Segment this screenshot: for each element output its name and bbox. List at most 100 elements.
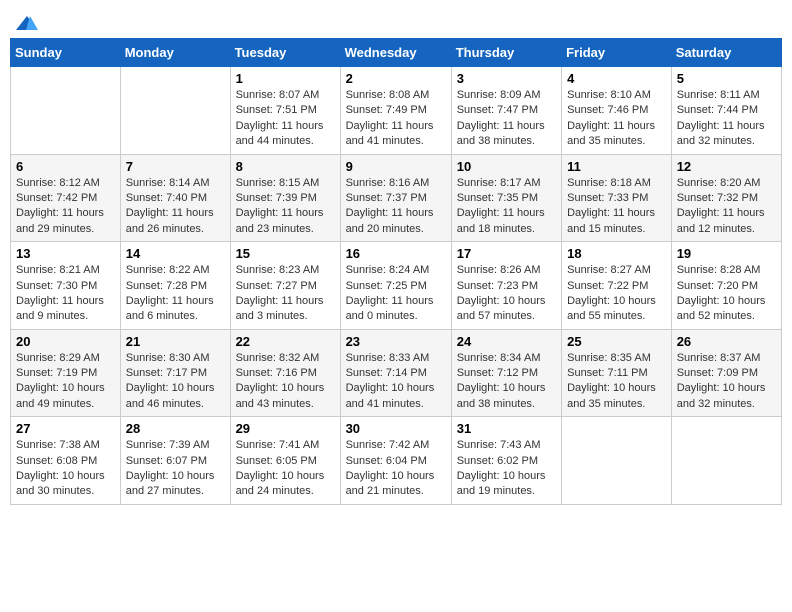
day-info: Sunrise: 8:34 AM Sunset: 7:12 PM Dayligh… [457, 351, 556, 413]
day-info: Sunrise: 8:23 AM Sunset: 7:27 PM Dayligh… [236, 263, 335, 325]
day-info: Sunrise: 8:26 AM Sunset: 7:23 PM Dayligh… [457, 263, 556, 325]
day-number: 18 [567, 246, 666, 261]
calendar-cell: 16 Sunrise: 8:24 AM Sunset: 7:25 PM Dayl… [340, 242, 451, 330]
sunrise-text: Sunrise: 8:15 AM [236, 177, 320, 189]
sunset-text: Sunset: 7:25 PM [346, 280, 427, 292]
calendar-cell: 23 Sunrise: 8:33 AM Sunset: 7:14 PM Dayl… [340, 329, 451, 417]
day-info: Sunrise: 8:29 AM Sunset: 7:19 PM Dayligh… [16, 351, 115, 413]
daylight-text: Daylight: 10 hours and 32 minutes. [677, 382, 766, 409]
sunset-text: Sunset: 7:12 PM [457, 367, 538, 379]
day-info: Sunrise: 7:42 AM Sunset: 6:04 PM Dayligh… [346, 438, 446, 500]
calendar-cell: 27 Sunrise: 7:38 AM Sunset: 6:08 PM Dayl… [11, 417, 121, 505]
calendar-cell: 15 Sunrise: 8:23 AM Sunset: 7:27 PM Dayl… [230, 242, 340, 330]
daylight-text: Daylight: 10 hours and 55 minutes. [567, 295, 656, 322]
day-number: 23 [346, 334, 446, 349]
day-number: 19 [677, 246, 776, 261]
sunrise-text: Sunrise: 8:29 AM [16, 352, 100, 364]
day-number: 1 [236, 71, 335, 86]
day-number: 22 [236, 334, 335, 349]
weekday-header-saturday: Saturday [671, 39, 781, 67]
sunrise-text: Sunrise: 8:21 AM [16, 264, 100, 276]
day-number: 2 [346, 71, 446, 86]
calendar-cell: 18 Sunrise: 8:27 AM Sunset: 7:22 PM Dayl… [562, 242, 672, 330]
calendar-cell: 3 Sunrise: 8:09 AM Sunset: 7:47 PM Dayli… [451, 67, 561, 155]
sunset-text: Sunset: 6:04 PM [346, 455, 427, 467]
daylight-text: Daylight: 10 hours and 21 minutes. [346, 470, 435, 497]
sunset-text: Sunset: 7:49 PM [346, 104, 427, 116]
sunrise-text: Sunrise: 8:24 AM [346, 264, 430, 276]
weekday-header-row: SundayMondayTuesdayWednesdayThursdayFrid… [11, 39, 782, 67]
calendar-cell: 19 Sunrise: 8:28 AM Sunset: 7:20 PM Dayl… [671, 242, 781, 330]
sunrise-text: Sunrise: 7:41 AM [236, 439, 320, 451]
daylight-text: Daylight: 10 hours and 57 minutes. [457, 295, 546, 322]
sunset-text: Sunset: 7:17 PM [126, 367, 207, 379]
day-number: 30 [346, 421, 446, 436]
daylight-text: Daylight: 10 hours and 27 minutes. [126, 470, 215, 497]
sunrise-text: Sunrise: 8:12 AM [16, 177, 100, 189]
day-number: 5 [677, 71, 776, 86]
sunrise-text: Sunrise: 7:39 AM [126, 439, 210, 451]
week-row-5: 27 Sunrise: 7:38 AM Sunset: 6:08 PM Dayl… [11, 417, 782, 505]
weekday-header-sunday: Sunday [11, 39, 121, 67]
sunset-text: Sunset: 7:22 PM [567, 280, 648, 292]
sunset-text: Sunset: 7:14 PM [346, 367, 427, 379]
sunrise-text: Sunrise: 8:34 AM [457, 352, 541, 364]
day-number: 26 [677, 334, 776, 349]
sunrise-text: Sunrise: 8:26 AM [457, 264, 541, 276]
daylight-text: Daylight: 11 hours and 0 minutes. [346, 295, 434, 322]
day-info: Sunrise: 8:28 AM Sunset: 7:20 PM Dayligh… [677, 263, 776, 325]
day-number: 8 [236, 159, 335, 174]
day-info: Sunrise: 8:20 AM Sunset: 7:32 PM Dayligh… [677, 176, 776, 238]
week-row-1: 1 Sunrise: 8:07 AM Sunset: 7:51 PM Dayli… [11, 67, 782, 155]
logo-icon [16, 14, 38, 32]
day-number: 4 [567, 71, 666, 86]
day-number: 3 [457, 71, 556, 86]
calendar: SundayMondayTuesdayWednesdayThursdayFrid… [10, 38, 782, 505]
weekday-header-wednesday: Wednesday [340, 39, 451, 67]
calendar-cell: 9 Sunrise: 8:16 AM Sunset: 7:37 PM Dayli… [340, 154, 451, 242]
day-info: Sunrise: 8:27 AM Sunset: 7:22 PM Dayligh… [567, 263, 666, 325]
sunset-text: Sunset: 7:30 PM [16, 280, 97, 292]
calendar-cell: 24 Sunrise: 8:34 AM Sunset: 7:12 PM Dayl… [451, 329, 561, 417]
day-number: 9 [346, 159, 446, 174]
day-info: Sunrise: 8:24 AM Sunset: 7:25 PM Dayligh… [346, 263, 446, 325]
sunset-text: Sunset: 7:11 PM [567, 367, 648, 379]
day-info: Sunrise: 7:41 AM Sunset: 6:05 PM Dayligh… [236, 438, 335, 500]
week-row-2: 6 Sunrise: 8:12 AM Sunset: 7:42 PM Dayli… [11, 154, 782, 242]
calendar-cell: 30 Sunrise: 7:42 AM Sunset: 6:04 PM Dayl… [340, 417, 451, 505]
daylight-text: Daylight: 11 hours and 44 minutes. [236, 120, 324, 147]
day-info: Sunrise: 8:18 AM Sunset: 7:33 PM Dayligh… [567, 176, 666, 238]
calendar-cell: 10 Sunrise: 8:17 AM Sunset: 7:35 PM Dayl… [451, 154, 561, 242]
day-number: 11 [567, 159, 666, 174]
calendar-cell: 28 Sunrise: 7:39 AM Sunset: 6:07 PM Dayl… [120, 417, 230, 505]
sunrise-text: Sunrise: 7:42 AM [346, 439, 430, 451]
sunset-text: Sunset: 7:23 PM [457, 280, 538, 292]
day-info: Sunrise: 7:43 AM Sunset: 6:02 PM Dayligh… [457, 438, 556, 500]
day-number: 24 [457, 334, 556, 349]
day-info: Sunrise: 8:35 AM Sunset: 7:11 PM Dayligh… [567, 351, 666, 413]
day-number: 6 [16, 159, 115, 174]
day-info: Sunrise: 8:07 AM Sunset: 7:51 PM Dayligh… [236, 88, 335, 150]
calendar-cell [120, 67, 230, 155]
sunset-text: Sunset: 7:32 PM [677, 192, 758, 204]
sunrise-text: Sunrise: 8:17 AM [457, 177, 541, 189]
day-number: 27 [16, 421, 115, 436]
daylight-text: Daylight: 10 hours and 35 minutes. [567, 382, 656, 409]
calendar-cell: 6 Sunrise: 8:12 AM Sunset: 7:42 PM Dayli… [11, 154, 121, 242]
sunrise-text: Sunrise: 8:23 AM [236, 264, 320, 276]
sunset-text: Sunset: 7:33 PM [567, 192, 648, 204]
day-info: Sunrise: 8:16 AM Sunset: 7:37 PM Dayligh… [346, 176, 446, 238]
daylight-text: Daylight: 10 hours and 41 minutes. [346, 382, 435, 409]
sunset-text: Sunset: 6:05 PM [236, 455, 317, 467]
sunset-text: Sunset: 7:16 PM [236, 367, 317, 379]
day-info: Sunrise: 8:22 AM Sunset: 7:28 PM Dayligh… [126, 263, 225, 325]
header [10, 10, 782, 30]
calendar-cell: 25 Sunrise: 8:35 AM Sunset: 7:11 PM Dayl… [562, 329, 672, 417]
calendar-cell: 12 Sunrise: 8:20 AM Sunset: 7:32 PM Dayl… [671, 154, 781, 242]
calendar-cell: 22 Sunrise: 8:32 AM Sunset: 7:16 PM Dayl… [230, 329, 340, 417]
day-number: 14 [126, 246, 225, 261]
sunrise-text: Sunrise: 8:33 AM [346, 352, 430, 364]
sunrise-text: Sunrise: 7:43 AM [457, 439, 541, 451]
sunrise-text: Sunrise: 8:35 AM [567, 352, 651, 364]
daylight-text: Daylight: 11 hours and 15 minutes. [567, 207, 655, 234]
